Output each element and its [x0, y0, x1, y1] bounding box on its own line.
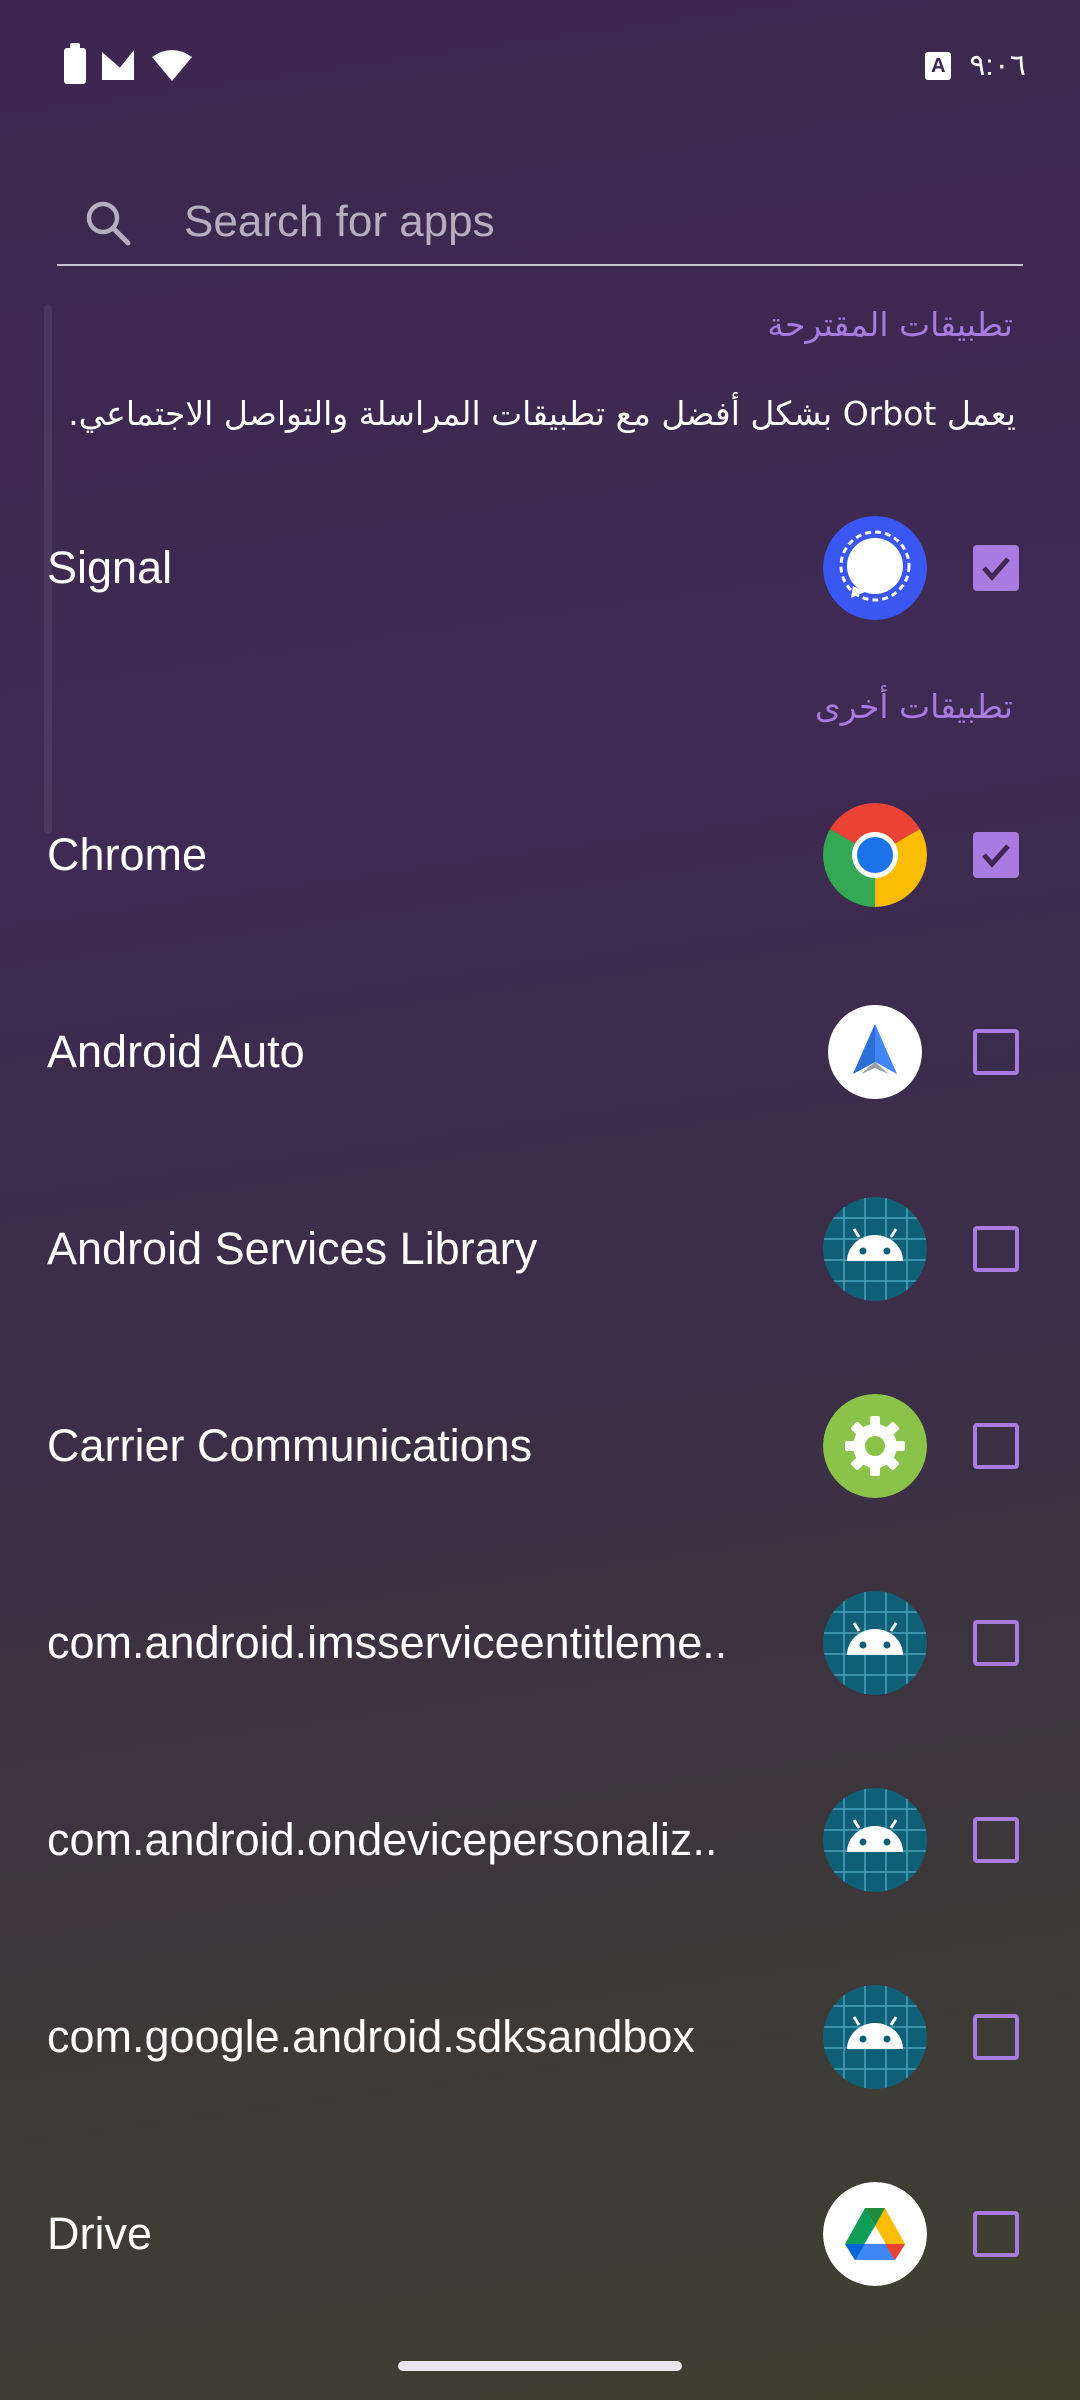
app-row-android-auto[interactable]: Android Auto	[0, 992, 1080, 1112]
app-name: Drive	[47, 2208, 153, 2259]
carrier-communications-checkbox[interactable]	[973, 1423, 1019, 1469]
search-bar[interactable]	[57, 178, 1023, 266]
app-row-drive[interactable]: Drive	[0, 2174, 1080, 2294]
signal-checkbox[interactable]	[973, 545, 1019, 591]
sdksandbox-checkbox[interactable]	[973, 2014, 1019, 2060]
android-services-library-checkbox[interactable]	[973, 1226, 1019, 1272]
drive-checkbox[interactable]	[973, 2211, 1019, 2257]
status-bar: A ٩:٠٦	[0, 0, 1080, 136]
chrome-icon	[823, 803, 927, 907]
app-name: com.android.ondevicepersonaliz..	[47, 1814, 718, 1865]
app-row-carrier-communications[interactable]: Carrier Communications	[0, 1386, 1080, 1506]
gesture-nav-handle[interactable]	[398, 2361, 682, 2371]
signal-app-icon	[823, 516, 927, 620]
suggested-apps-title: تطبيقات المقترحة	[767, 305, 1013, 344]
accessibility-icon: A	[925, 51, 952, 80]
app-name: com.google.android.sdksandbox	[47, 2011, 695, 2062]
android-robot-icon	[823, 1788, 927, 1892]
status-icons-right: A ٩:٠٦	[925, 48, 1026, 83]
battery-icon	[64, 43, 86, 84]
app-row-signal[interactable]: Signal	[0, 508, 1080, 628]
other-apps-title: تطبيقات أخرى	[814, 687, 1013, 726]
app-name: Chrome	[47, 829, 208, 880]
drive-icon	[823, 2182, 927, 2286]
app-row-sdksandbox[interactable]: com.google.android.sdksandbox	[0, 1977, 1080, 2097]
search-icon	[86, 201, 131, 246]
status-icons-left	[64, 43, 194, 84]
app-row-android-services-library[interactable]: Android Services Library	[0, 1189, 1080, 1309]
android-robot-icon	[823, 1985, 927, 2089]
android-robot-icon	[823, 1591, 927, 1695]
wifi-icon	[152, 50, 192, 81]
app-row-chrome[interactable]: Chrome	[0, 795, 1080, 915]
android-auto-checkbox[interactable]	[973, 1029, 1019, 1075]
chrome-checkbox[interactable]	[973, 832, 1019, 878]
signal-icon	[102, 50, 134, 80]
search-input[interactable]	[184, 192, 1004, 252]
app-row-imsserviceentitlement[interactable]: com.android.imsserviceentitleme..	[0, 1583, 1080, 1703]
android-robot-icon	[823, 1197, 927, 1301]
app-name: Android Services Library	[47, 1223, 538, 1274]
app-name: com.android.imsserviceentitleme..	[47, 1617, 728, 1668]
imsserviceentitlement-checkbox[interactable]	[973, 1620, 1019, 1666]
clock: ٩:٠٦	[969, 49, 1026, 82]
gear-icon	[823, 1394, 927, 1498]
app-name: Signal	[47, 542, 173, 593]
ondevicepersonalization-checkbox[interactable]	[973, 1817, 1019, 1863]
app-name: Android Auto	[47, 1026, 305, 1077]
app-row-ondevicepersonalization[interactable]: com.android.ondevicepersonaliz..	[0, 1780, 1080, 1900]
android-auto-icon	[823, 1000, 927, 1104]
app-name: Carrier Communications	[47, 1420, 533, 1471]
suggested-apps-description: يعمل Orbot بشكل أفضل مع تطبيقات المراسلة…	[68, 394, 1016, 433]
